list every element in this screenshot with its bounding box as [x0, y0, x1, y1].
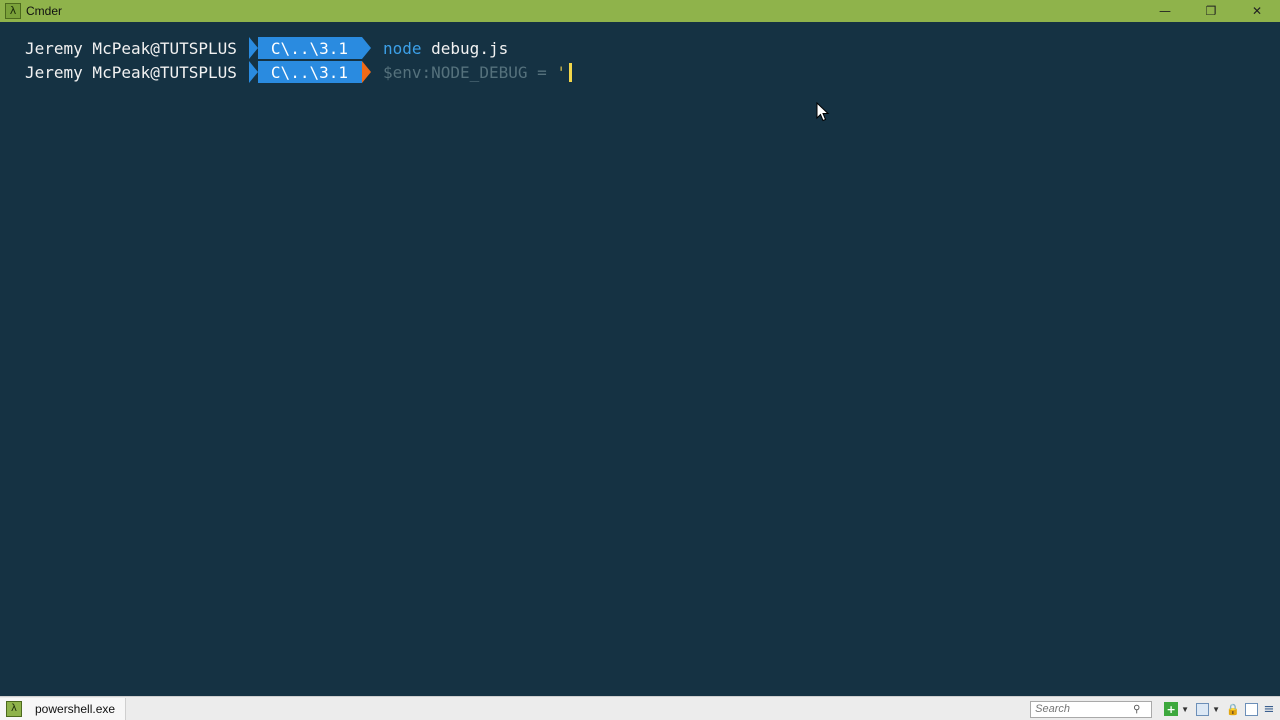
- lambda-icon: λ: [6, 701, 22, 717]
- chevron-down-icon[interactable]: ▼: [1181, 705, 1189, 714]
- terminal-line: Jeremy McPeak@TUTSPLUS C\..\3.1 $env:NOD…: [25, 60, 573, 84]
- window-title: Cmder: [26, 4, 63, 18]
- chevron-down-icon[interactable]: ▼: [1212, 705, 1220, 714]
- split-icon-wrap[interactable]: [1244, 702, 1258, 716]
- terminal-line: Jeremy McPeak@TUTSPLUS C\..\3.1 node deb…: [25, 36, 508, 60]
- tab-label: powershell.exe: [35, 702, 116, 716]
- text-cursor: [569, 62, 573, 82]
- title-bar[interactable]: λ Cmder — ❐ ✕: [0, 0, 1280, 22]
- prompt-path-text: C\..\3.1: [270, 62, 348, 82]
- prompt-path-text: C\..\3.1: [270, 38, 348, 58]
- close-button[interactable]: ✕: [1234, 0, 1280, 22]
- prompt-path: C\..\3.1: [248, 37, 362, 59]
- minimize-button[interactable]: —: [1142, 0, 1188, 22]
- prompt-user: Jeremy McPeak@TUTSPLUS: [25, 62, 237, 82]
- prompt-arrow-icon: [361, 61, 371, 83]
- terminal-area[interactable]: Jeremy McPeak@TUTSPLUS C\..\3.1 node deb…: [0, 22, 1280, 696]
- mouse-pointer-icon: [816, 102, 830, 122]
- search-box[interactable]: ⚲: [1030, 700, 1153, 718]
- split-icon: [1244, 702, 1258, 716]
- command-keyword: node: [382, 38, 422, 58]
- tab-powershell[interactable]: λ powershell.exe: [0, 698, 127, 720]
- prompt-arrow-icon: [361, 37, 371, 59]
- search-icon[interactable]: ⚲: [1133, 704, 1140, 715]
- command-input[interactable]: $env:NODE_DEBUG =: [383, 63, 556, 82]
- menu-icon[interactable]: ≡: [1262, 702, 1276, 717]
- cmder-window: λ Cmder — ❐ ✕ Jeremy McPeak@TUTSPLUS C\.…: [0, 0, 1280, 720]
- panel-icon-wrap[interactable]: [1195, 702, 1209, 716]
- window-controls: — ❐ ✕: [1142, 0, 1280, 22]
- command-quote: ': [556, 62, 567, 82]
- prompt-user: Jeremy McPeak@TUTSPLUS: [25, 38, 237, 58]
- prompt-path: C\..\3.1: [248, 61, 362, 83]
- restore-button[interactable]: ❐: [1188, 0, 1234, 22]
- search-input[interactable]: [1033, 703, 1134, 715]
- lock-icon[interactable]: 🔒: [1226, 702, 1240, 716]
- plus-icon[interactable]: +: [1164, 702, 1179, 716]
- lambda-icon[interactable]: λ: [5, 3, 21, 19]
- command-args: debug.js: [421, 38, 509, 58]
- status-tools: ⚲ + ▼ ▼ 🔒 ≡: [1030, 697, 1278, 720]
- panel-icon: [1195, 702, 1209, 716]
- status-bar: λ powershell.exe ⚲ + ▼ ▼ 🔒 ≡: [0, 696, 1280, 720]
